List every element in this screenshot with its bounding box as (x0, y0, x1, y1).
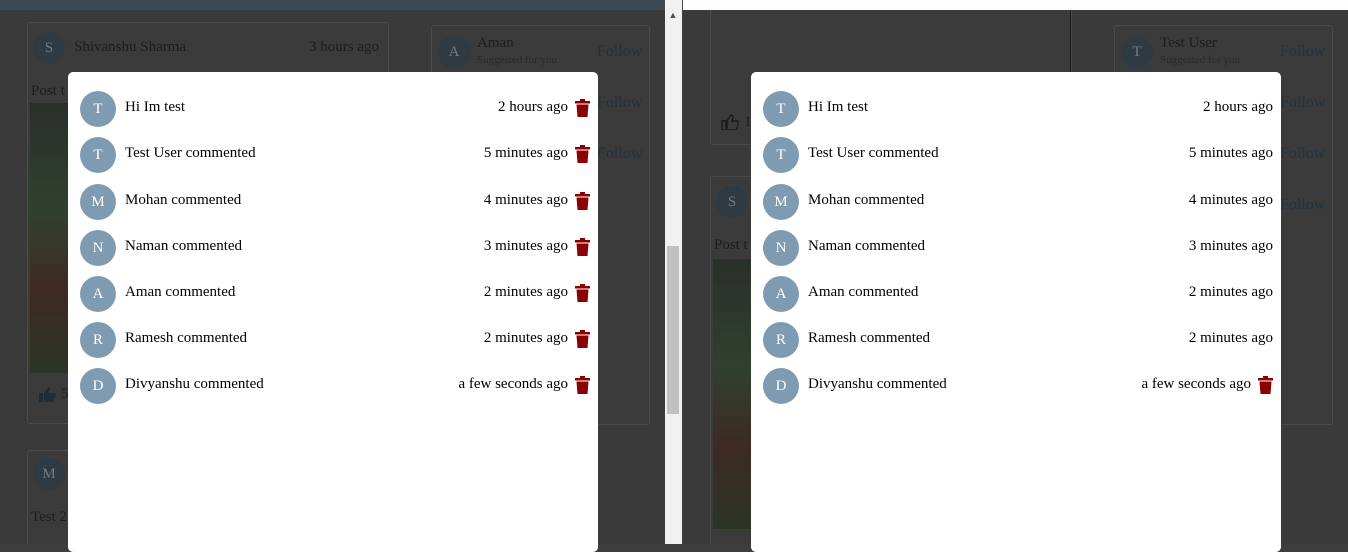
notification-item[interactable]: A Aman commented 2 minutes ago (80, 275, 590, 313)
follow-button[interactable]: Follow (597, 94, 642, 112)
avatar: M (763, 184, 799, 220)
notification-text: Hi Im test (808, 99, 868, 115)
notification-time: 2 minutes ago (1188, 330, 1273, 346)
suggestion-subtitle: Suggested for you (1160, 54, 1241, 66)
notification-item[interactable]: M Mohan commented 4 minutes ago (763, 183, 1273, 221)
notification-time: 2 hours ago (498, 99, 568, 115)
suggestion-name[interactable]: Aman (477, 35, 514, 52)
notification-time: 2 minutes ago (483, 284, 568, 300)
notifications-modal: T Hi Im test 2 hours ago T Test User com… (68, 72, 598, 552)
thumbs-up-icon[interactable] (721, 114, 740, 131)
avatar: M (80, 184, 116, 220)
avatar: A (438, 36, 470, 68)
avatar: R (763, 322, 799, 358)
notification-time: 3 minutes ago (1188, 238, 1273, 254)
trash-icon[interactable] (575, 330, 590, 348)
avatar: N (763, 230, 799, 266)
scrollbar-thumb[interactable] (667, 246, 679, 414)
trash-icon[interactable] (575, 376, 590, 394)
notification-item[interactable]: T Hi Im test 2 hours ago (80, 90, 590, 128)
notification-item[interactable]: N Naman commented 3 minutes ago (80, 229, 590, 267)
avatar: N (80, 230, 116, 266)
follow-button[interactable]: Follow (1280, 145, 1325, 163)
avatar: T (1121, 36, 1153, 68)
notification-item[interactable]: T Hi Im test 2 hours ago (763, 90, 1273, 128)
divider (1070, 10, 1071, 72)
notification-time: a few seconds ago (1141, 376, 1251, 392)
notification-item[interactable]: D Divyanshu commented a few seconds ago (80, 367, 590, 405)
notification-text: Divyanshu commented (125, 376, 264, 392)
follow-button[interactable]: Follow (1280, 43, 1325, 61)
notification-item[interactable]: R Ramesh commented 2 minutes ago (763, 321, 1273, 359)
notification-time: 4 minutes ago (1188, 192, 1273, 208)
trash-icon[interactable] (575, 238, 590, 256)
avatar: D (763, 368, 799, 404)
avatar: A (763, 276, 799, 312)
post-image (30, 103, 70, 373)
notification-text: Test User commented (808, 145, 939, 161)
suggestion-name[interactable]: Test User (1160, 35, 1217, 52)
notification-time: 5 minutes ago (1188, 145, 1273, 161)
notification-text: Hi Im test (125, 99, 185, 115)
trash-icon[interactable] (575, 145, 590, 163)
follow-button[interactable]: Follow (1280, 196, 1325, 214)
notification-text: Naman commented (808, 238, 926, 254)
post-caption: Post t (714, 237, 748, 253)
notification-time: 3 minutes ago (483, 238, 568, 254)
notification-item[interactable]: T Test User commented 5 minutes ago (763, 136, 1273, 174)
avatar: T (763, 137, 799, 173)
thumbs-up-icon[interactable] (38, 386, 56, 402)
notifications-modal: T Hi Im test 2 hours ago T Test User com… (751, 72, 1281, 552)
notification-time: a few seconds ago (458, 376, 568, 392)
notification-text: Test User commented (125, 145, 256, 161)
notification-text: Naman commented (125, 238, 243, 254)
avatar: D (80, 368, 116, 404)
post-caption: Post t (31, 83, 65, 99)
trash-icon[interactable] (575, 99, 590, 117)
notification-item[interactable]: D Divyanshu commented a few seconds ago (763, 367, 1273, 405)
notification-text: Divyanshu commented (808, 376, 947, 392)
post-caption: Test 2 (31, 509, 68, 525)
post-time: 3 hours ago (309, 39, 379, 55)
notification-item[interactable]: M Mohan commented 4 minutes ago (80, 183, 590, 221)
follow-button[interactable]: Follow (1280, 94, 1325, 112)
notification-item[interactable]: N Naman commented 3 minutes ago (763, 229, 1273, 267)
avatar: S (716, 186, 748, 218)
avatar: T (80, 91, 116, 127)
notification-time: 2 hours ago (1203, 99, 1273, 115)
notification-text: Mohan commented (125, 192, 242, 208)
navbar (0, 0, 683, 10)
avatar: A (80, 276, 116, 312)
notification-text: Mohan commented (808, 192, 925, 208)
trash-icon[interactable] (575, 284, 590, 302)
notification-time: 2 minutes ago (1188, 284, 1273, 300)
notification-text: Ramesh commented (125, 330, 248, 346)
follow-button[interactable]: Follow (597, 145, 642, 163)
avatar: T (80, 137, 116, 173)
notification-time: 4 minutes ago (483, 192, 568, 208)
notification-text: Ramesh commented (808, 330, 931, 346)
follow-button[interactable]: Follow (597, 43, 642, 61)
navbar (683, 0, 1348, 10)
notification-time: 5 minutes ago (483, 145, 568, 161)
arrow-up-icon[interactable]: ▲ (667, 10, 679, 20)
suggestion-subtitle: Suggested for you (477, 54, 558, 66)
avatar: M (33, 458, 65, 490)
notification-item[interactable]: R Ramesh commented 2 minutes ago (80, 321, 590, 359)
notification-time: 2 minutes ago (483, 330, 568, 346)
post-author[interactable]: Shivanshu Sharma (74, 39, 186, 56)
notification-text: Aman commented (125, 284, 236, 300)
notification-item[interactable]: T Test User commented 5 minutes ago (80, 136, 590, 174)
notification-item[interactable]: A Aman commented 2 minutes ago (763, 275, 1273, 313)
trash-icon[interactable] (575, 192, 590, 210)
avatar: R (80, 322, 116, 358)
trash-icon[interactable] (1258, 376, 1273, 394)
notification-text: Aman commented (808, 284, 919, 300)
avatar: T (763, 91, 799, 127)
avatar: S (33, 32, 65, 64)
post-image (713, 259, 753, 529)
